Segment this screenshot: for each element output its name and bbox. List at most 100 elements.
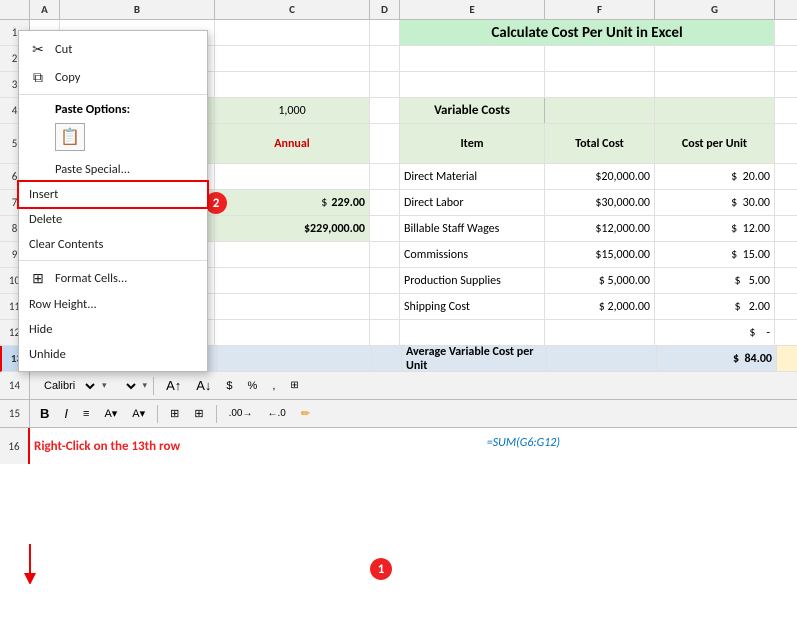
copy-menu-item[interactable]: ⧉ Copy (19, 63, 207, 91)
cell-e11: Shipping Cost (400, 294, 545, 319)
col-header-g: G (655, 0, 775, 19)
cell-e9: Commissions (400, 242, 545, 267)
column-headers: A B C D E F G (0, 0, 797, 20)
copy-icon: ⧉ (29, 68, 47, 86)
clear-contents-menu-item[interactable]: Clear Contents (19, 232, 207, 257)
row-num-14: 14 (0, 372, 30, 399)
decimal-increase[interactable]: .00→ (223, 406, 259, 421)
cell-c7: $229.00 (215, 190, 370, 215)
insert-menu-item[interactable]: Insert (19, 182, 207, 207)
cell-title: Calculate Cost Per Unit in Excel (400, 20, 775, 45)
cell-g7: $ 30.00 (655, 190, 775, 215)
font-color-button[interactable]: A▾ (126, 405, 151, 422)
cell-g13: $ 84.00 (657, 346, 777, 371)
col-header-d: D (370, 0, 400, 19)
cell-d11 (370, 294, 400, 319)
decimal-decrease[interactable]: ←.0 (262, 406, 292, 421)
merge-button[interactable]: ⊞ (188, 405, 209, 422)
cell-f2 (545, 46, 655, 71)
cell-g10: $ 5.00 (655, 268, 775, 293)
circle-1: 1 (370, 558, 392, 580)
comma-button[interactable]: , (266, 378, 281, 394)
increase-font-button[interactable]: A↑ (160, 376, 187, 395)
cell-e3 (400, 72, 545, 97)
fill-color-button[interactable]: A▾ (98, 405, 123, 422)
row-height-label: Row Height... (29, 297, 97, 312)
toolbar-divider-2 (157, 405, 158, 423)
cell-e5: Item (400, 124, 545, 163)
paste-special-menu-item[interactable]: Paste Special... (19, 157, 207, 182)
cell-e8: Billable Staff Wages (400, 216, 545, 241)
format-cells-label: Format Cells... (55, 271, 127, 286)
cell-g5: Cost per Unit (655, 124, 775, 163)
delete-label: Delete (29, 212, 62, 227)
col-header-f: F (545, 0, 655, 19)
cut-menu-item[interactable]: ✂ Cut (19, 35, 207, 63)
format-cells-icon: ⊞ (29, 269, 47, 287)
cell-d2 (370, 46, 400, 71)
row-height-menu-item[interactable]: Row Height... (19, 292, 207, 317)
cell-c12 (215, 320, 370, 345)
delete-menu-item[interactable]: Delete (19, 207, 207, 232)
cell-d9 (370, 242, 400, 267)
highlight-button[interactable]: ✏ (295, 405, 316, 422)
col-header-b: B (60, 0, 215, 19)
cell-f10: $ 5,000.00 (545, 268, 655, 293)
cell-e13: Average Variable Cost per Unit (402, 346, 547, 371)
bold-button[interactable]: B (34, 404, 55, 423)
font-size-dropdown[interactable]: 11 (110, 377, 140, 395)
spreadsheet: A B C D E F G 1 Calculate Cost Per Unit … (0, 0, 797, 632)
font-size-dropdown-arrow: ▾ (102, 380, 107, 391)
percent-button[interactable]: % (242, 378, 264, 394)
cell-f13 (547, 346, 657, 371)
borders-button[interactable]: ⊞ (164, 405, 185, 422)
number-format-button[interactable]: ⊞ (284, 378, 304, 393)
dollar-sign-button[interactable]: $ (220, 378, 238, 394)
cell-e10: Production Supplies (400, 268, 545, 293)
cell-d5 (370, 124, 400, 163)
cell-f8: $12,000.00 (545, 216, 655, 241)
cell-e6: Direct Material (400, 164, 545, 189)
cell-d13 (372, 346, 402, 371)
paste-special-label: Paste Special... (55, 162, 130, 177)
menu-divider-1 (19, 94, 207, 95)
row-num-15: 15 (0, 400, 30, 427)
insert-label: Insert (29, 187, 58, 202)
cell-c2 (215, 46, 370, 71)
cut-icon: ✂ (29, 40, 47, 58)
cell-g12: $ - (655, 320, 775, 345)
copy-label: Copy (55, 70, 80, 85)
cell-c1 (215, 20, 370, 45)
annotation-arrow-svg (0, 534, 380, 584)
cell-e12 (400, 320, 545, 345)
cell-g8: $ 12.00 (655, 216, 775, 241)
cell-c10 (215, 268, 370, 293)
cell-d8 (370, 216, 400, 241)
cell-f5: Total Cost (545, 124, 655, 163)
cell-f6: $20,000.00 (545, 164, 655, 189)
format-cells-menu-item[interactable]: ⊞ Format Cells... (19, 264, 207, 292)
cell-f7: $30,000.00 (545, 190, 655, 215)
cell-d3 (370, 72, 400, 97)
cell-c8: $229,000.00 (215, 216, 370, 241)
corner-cell (0, 0, 30, 19)
hide-menu-item[interactable]: Hide (19, 317, 207, 342)
cell-c3 (215, 72, 370, 97)
formula-display: =SUM(G6:G12) (487, 436, 560, 450)
formula-area: =SUM(G6:G12) (370, 428, 570, 464)
paste-icon-row: 📋 (19, 119, 207, 157)
font-name-dropdown[interactable]: Calibri (34, 377, 99, 395)
annotation-circle-1: 1 (370, 558, 392, 580)
cell-f12 (545, 320, 655, 345)
italic-button[interactable]: I (58, 404, 74, 423)
align-button[interactable]: ≡ (77, 406, 95, 422)
cell-d1 (370, 20, 400, 45)
formatting-toolbar: Calibri ▾ 11 ▾ A↑ A↓ $ % , ⊞ (30, 372, 400, 399)
cell-d12 (370, 320, 400, 345)
row-15-toolbar2: 15 B I ≡ A▾ A▾ ⊞ ⊞ .00→ ←.0 ✏ (0, 400, 797, 428)
decrease-font-button[interactable]: A↓ (190, 376, 217, 395)
cell-d4 (370, 98, 400, 123)
unhide-menu-item[interactable]: Unhide (19, 342, 207, 367)
cell-f11: $ 2,000.00 (545, 294, 655, 319)
paste-icon-button[interactable]: 📋 (55, 123, 85, 151)
